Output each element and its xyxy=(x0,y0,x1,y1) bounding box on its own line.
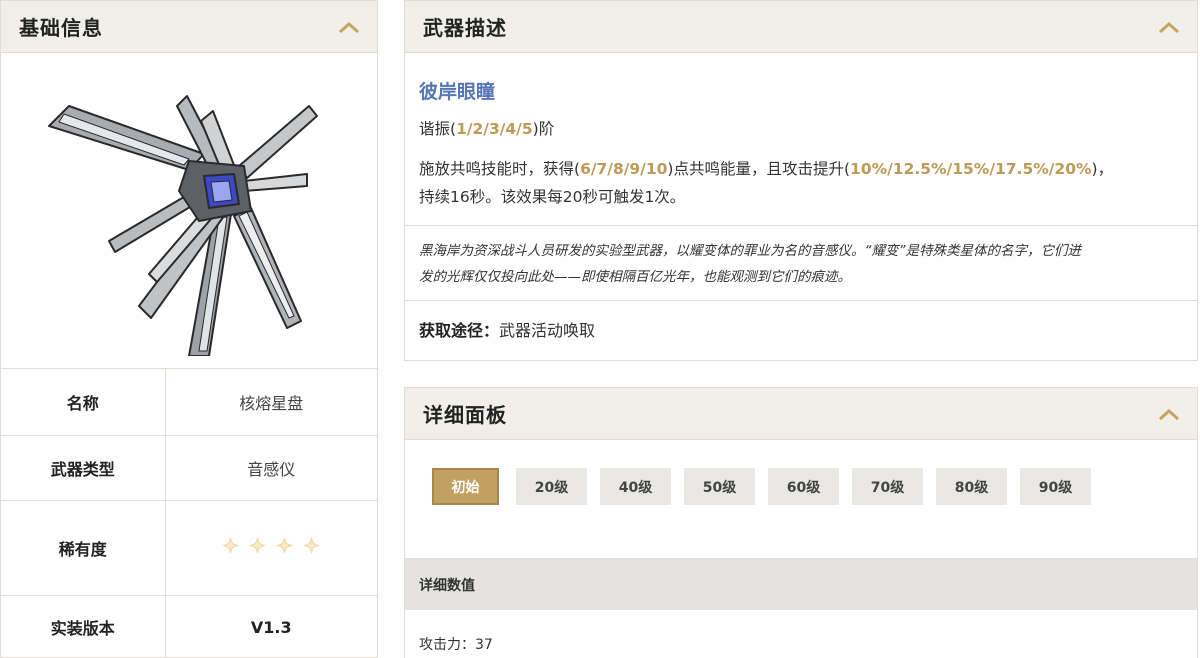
diamond-star-icon xyxy=(248,536,267,555)
resonance-suffix: )阶 xyxy=(532,120,555,138)
info-label: 武器类型 xyxy=(1,435,166,501)
level-tab[interactable]: 90级 xyxy=(1020,468,1091,505)
effect-part: )点共鸣能量，且攻击提升( xyxy=(667,160,851,178)
info-value: V1.3 xyxy=(165,595,377,658)
info-value: 音感仪 xyxy=(165,435,377,501)
resonance-prefix: 谐振( xyxy=(419,120,457,138)
chevron-up-icon[interactable] xyxy=(1157,15,1181,39)
effect-atk-values: 10%/12.5%/15%/17.5%/20% xyxy=(850,160,1092,178)
level-tab[interactable]: 70级 xyxy=(852,468,923,505)
resonance-line: 谐振(1/2/3/4/5)阶 xyxy=(419,115,1183,143)
acquire-label: 获取途径： xyxy=(419,321,500,340)
lore-line: 黑海岸为资深战斗人员研发的实验型武器，以耀变体的罪业为名的音感仪。“耀变”是特殊… xyxy=(419,243,1081,259)
acquire-line: 获取途径：武器活动唤取 xyxy=(419,301,1183,341)
description-title: 武器描述 xyxy=(423,16,507,40)
level-tab[interactable]: 40级 xyxy=(600,468,671,505)
level-tab[interactable]: 初始 xyxy=(432,468,499,505)
level-tab[interactable]: 20级 xyxy=(516,468,587,505)
effect-part: )， xyxy=(1091,160,1114,178)
level-tab[interactable]: 50级 xyxy=(684,468,755,505)
stat-row: 攻击力：37 xyxy=(419,610,1183,658)
basic-info-table: 名称 核熔星盘 武器类型 音感仪 稀有度 实装版本 V1.3 xyxy=(1,369,377,658)
basic-info-panel: 基础信息 名称 核熔星盘 武器类型 音感仪 稀有度 实装版本 V1.3 xyxy=(0,0,378,658)
acquire-value: 武器活动唤取 xyxy=(499,321,596,340)
effect-part: 施放共鸣技能时，获得( xyxy=(419,160,581,178)
info-label: 名称 xyxy=(1,369,166,436)
diamond-star-icon xyxy=(221,536,240,555)
weapon-effect-name: 彼岸眼瞳 xyxy=(419,81,496,103)
stat-label: 攻击力： xyxy=(419,637,475,653)
weapon-image xyxy=(1,53,377,369)
info-value: 核熔星盘 xyxy=(165,369,377,436)
chevron-up-icon[interactable] xyxy=(337,15,361,39)
effect-text-line2: 持续16秒。该效果每20秒可触发1次。 xyxy=(419,188,686,206)
detail-header[interactable]: 详细面板 xyxy=(405,388,1197,440)
description-header[interactable]: 武器描述 xyxy=(405,1,1197,53)
lore-text: 黑海岸为资深战斗人员研发的实验型武器，以耀变体的罪业为名的音感仪。“耀变”是特殊… xyxy=(405,225,1197,301)
detail-panel: 详细面板 初始 20级 40级 50级 60级 70级 80级 90级 详细数值… xyxy=(404,387,1198,658)
basic-info-title: 基础信息 xyxy=(19,16,103,40)
rarity-stars xyxy=(165,500,377,596)
lore-line: 发的光辉仅仅投向此处——即使相隔百亿光年，也能观测到它们的痕迹。 xyxy=(419,269,851,285)
resonance-values: 1/2/3/4/5 xyxy=(456,120,533,138)
level-tab[interactable]: 60级 xyxy=(768,468,839,505)
description-panel: 武器描述 彼岸眼瞳 谐振(1/2/3/4/5)阶 施放共鸣技能时，获得(6/7/… xyxy=(404,0,1198,361)
effect-energy-values: 6/7/8/9/10 xyxy=(580,160,668,178)
info-row-rarity: 稀有度 xyxy=(1,500,377,596)
level-tab[interactable]: 80级 xyxy=(936,468,1007,505)
basic-info-header[interactable]: 基础信息 xyxy=(1,1,377,53)
stat-value: 37 xyxy=(475,637,493,653)
diamond-star-icon xyxy=(302,536,321,555)
chevron-up-icon[interactable] xyxy=(1157,402,1181,426)
info-row-version: 实装版本 V1.3 xyxy=(1,595,377,658)
level-tabs: 初始 20级 40级 50级 60级 70级 80级 90级 xyxy=(405,440,1197,558)
detail-section-label: 详细数值 xyxy=(405,558,1197,610)
effect-text: 施放共鸣技能时，获得(6/7/8/9/10)点共鸣能量，且攻击提升(10%/12… xyxy=(419,155,1183,183)
info-label: 稀有度 xyxy=(1,500,166,596)
info-row-type: 武器类型 音感仪 xyxy=(1,435,377,501)
diamond-star-icon xyxy=(275,536,294,555)
detail-title: 详细面板 xyxy=(423,403,507,427)
info-label: 实装版本 xyxy=(1,595,166,658)
info-row-name: 名称 核熔星盘 xyxy=(1,369,377,436)
